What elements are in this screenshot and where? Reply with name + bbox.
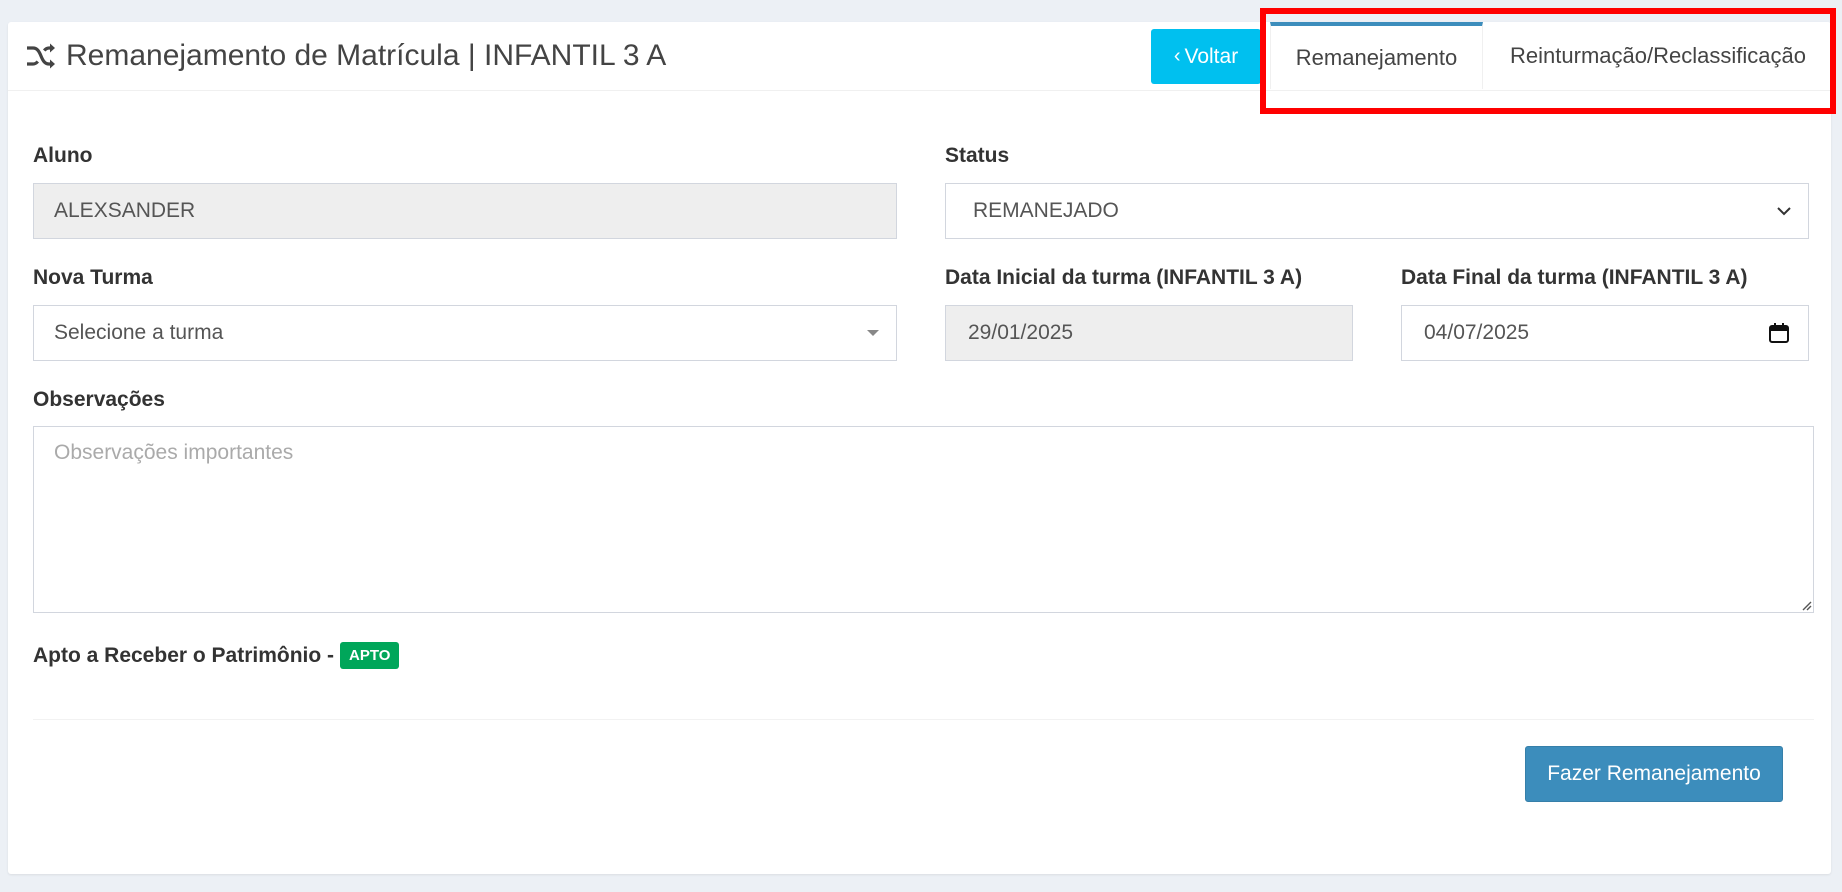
back-button-label: Voltar <box>1184 44 1239 68</box>
tab-reinturmacao[interactable]: Reinturmação/Reclassificação <box>1483 22 1833 89</box>
chevron-left-icon: ‹ <box>1173 45 1181 67</box>
observacoes-textarea[interactable] <box>33 426 1814 613</box>
nova-turma-label: Nova Turma <box>33 266 153 289</box>
status-badge: APTO <box>340 642 400 669</box>
page-title: Remanejamento de Matrícula | INFANTIL 3 … <box>66 39 667 72</box>
status-value: REMANEJADO <box>973 199 1119 222</box>
nova-turma-select[interactable]: Selecione a turma <box>33 305 897 361</box>
data-final-value: 04/07/2025 <box>1424 321 1530 344</box>
page-title-wrap: Remanejamento de Matrícula | INFANTIL 3 … <box>24 36 666 76</box>
status-label: Status <box>945 144 1010 167</box>
tab-remanejamento[interactable]: Remanejamento <box>1270 22 1483 89</box>
data-inicial-field[interactable]: 29/01/2025 <box>945 305 1353 361</box>
data-inicial-label: Data Inicial da turma (INFANTIL 3 A) <box>945 266 1303 289</box>
status-select[interactable]: REMANEJADO <box>945 183 1809 239</box>
main-card: Remanejamento de Matrícula | INFANTIL 3 … <box>8 22 1831 874</box>
shuffle-icon <box>27 43 55 69</box>
card-header: Remanejamento de Matrícula | INFANTIL 3 … <box>8 22 1831 91</box>
aluno-label: Aluno <box>33 144 93 167</box>
tab-bar: Remanejamento Reinturmação/Reclassificaç… <box>1270 22 1833 90</box>
chevron-down-icon <box>1777 207 1791 216</box>
data-final-label: Data Final da turma (INFANTIL 3 A) <box>1401 266 1748 289</box>
aluno-value: ALEXSANDER <box>54 199 196 222</box>
apto-label: Apto a Receber o Patrimônio - <box>33 643 335 667</box>
calendar-icon[interactable] <box>1768 322 1790 344</box>
back-button[interactable]: ‹ Voltar <box>1151 29 1261 84</box>
data-inicial-value: 29/01/2025 <box>968 321 1074 344</box>
divider <box>33 719 1814 720</box>
aluno-field[interactable]: ALEXSANDER <box>33 183 897 239</box>
caret-down-icon <box>867 330 879 336</box>
nova-turma-value: Selecione a turma <box>54 321 224 344</box>
data-final-field[interactable]: 04/07/2025 <box>1401 305 1809 361</box>
resize-grip-icon[interactable] <box>1800 599 1812 611</box>
apto-row: Apto a Receber o Patrimônio - APTO <box>33 642 400 669</box>
fazer-remanejamento-button[interactable]: Fazer Remanejamento <box>1525 746 1783 802</box>
observacoes-label: Observações <box>33 388 165 411</box>
